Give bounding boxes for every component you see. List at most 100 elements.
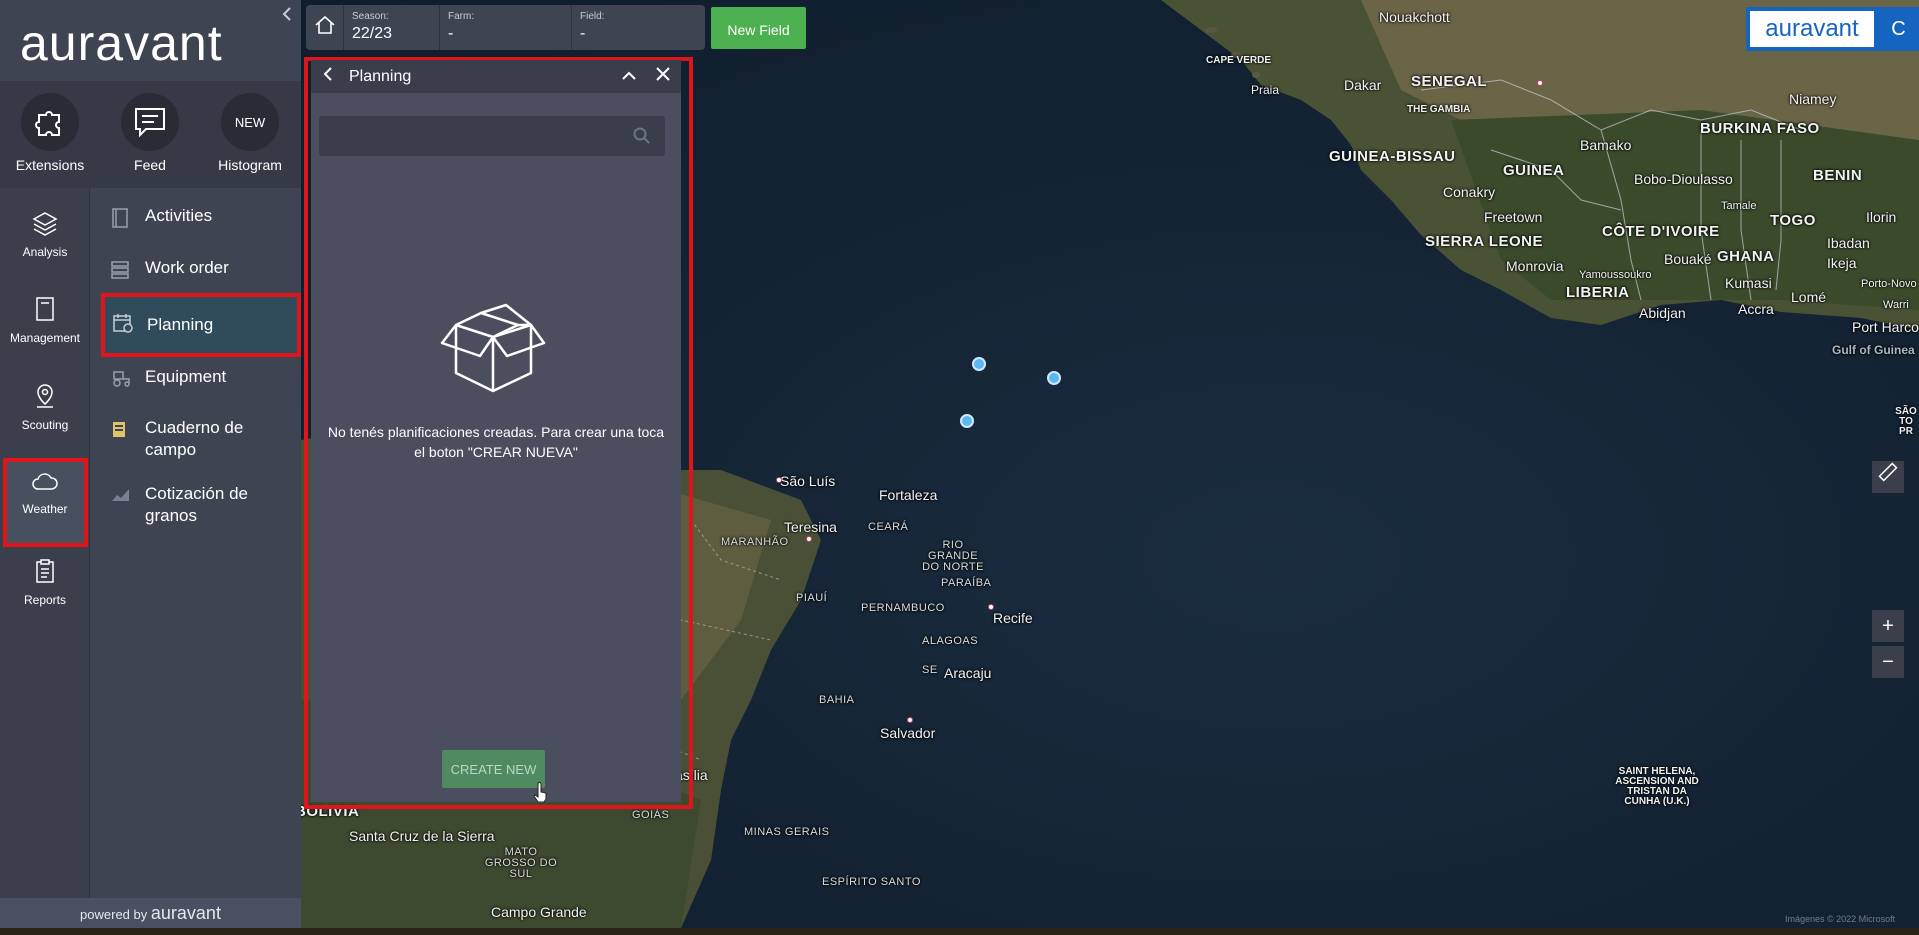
brand-badge-letter: C	[1891, 18, 1906, 40]
create-new-button[interactable]: CREATE NEW	[442, 750, 545, 788]
map-label: Fortaleza	[879, 487, 938, 503]
nav-management-label: Management	[9, 331, 81, 345]
map-label: GOIÁS	[632, 809, 670, 821]
calendar-icon	[113, 313, 133, 338]
map-label: PIAUÍ	[796, 592, 828, 604]
feed-button[interactable]: Feed	[100, 81, 200, 188]
nav-analysis-label: Analysis	[22, 245, 68, 259]
planning-search-input[interactable]	[319, 116, 665, 156]
submenu-work-order[interactable]: Work order	[91, 258, 301, 285]
histogram-label: Histogram	[218, 157, 282, 173]
submenu-equipment-label: Equipment	[145, 367, 227, 386]
bottom-strip	[0, 928, 1919, 935]
extensions-button[interactable]: Extensions	[0, 81, 100, 188]
zoom-out-button[interactable]: −	[1872, 646, 1904, 678]
collapse-sidebar-icon[interactable]	[281, 6, 293, 27]
map-label: SIERRA LEONE	[1425, 233, 1543, 250]
map-label: Porto-Novo	[1861, 278, 1917, 290]
chart-icon	[111, 485, 131, 508]
map-label: Dakar	[1344, 77, 1382, 93]
season-label: Season:	[352, 11, 389, 22]
cloud-icon	[0, 471, 90, 496]
submenu-equipment[interactable]: Equipment	[91, 367, 301, 392]
field-location-pin[interactable]	[1047, 371, 1061, 385]
map-label: Nouakchott	[1379, 9, 1450, 25]
ruler-tool-button[interactable]	[1872, 461, 1904, 493]
clipboard-icon	[0, 558, 90, 587]
map-label: Niamey	[1789, 91, 1837, 107]
map-label: Monrovia	[1506, 258, 1564, 274]
powered-by-footer: powered by auravant	[0, 898, 301, 928]
logo-area: auravant	[0, 0, 301, 81]
map-label: BURKINA FASO	[1700, 120, 1820, 137]
map-label: Teresina	[784, 519, 837, 535]
back-icon[interactable]	[323, 66, 333, 87]
chat-icon	[121, 93, 179, 151]
map-label: SE	[922, 664, 938, 676]
nav-scouting[interactable]: Scouting	[0, 383, 90, 432]
map-label: LIBERIA	[1566, 284, 1630, 301]
map-label: Conakry	[1443, 184, 1496, 200]
main-nav-rail: Analysis Management Scouting Weather Rep…	[0, 188, 90, 898]
powered-by-prefix: powered by	[80, 907, 148, 922]
histogram-button[interactable]: NEW Histogram	[200, 81, 300, 188]
nav-reports[interactable]: Reports	[0, 558, 90, 607]
auravant-logo: auravant	[20, 15, 223, 71]
submenu-planning[interactable]: Planning	[101, 293, 301, 357]
map-label: Ilorin	[1866, 209, 1897, 225]
map-label: MATO GROSSO DO SUL	[484, 846, 558, 880]
quick-actions: Extensions Feed NEW Histogram	[0, 81, 301, 188]
tractor-icon	[111, 369, 131, 392]
new-field-button[interactable]: New Field	[711, 7, 806, 49]
empty-box-icon	[436, 303, 551, 403]
season-selector[interactable]: Season: 22/23	[344, 5, 440, 50]
map-label: Santa Cruz de la Sierra	[349, 828, 495, 844]
zoom-in-button[interactable]: +	[1872, 610, 1904, 642]
nav-weather-label: Weather	[22, 502, 68, 516]
panel-header: Planning	[311, 60, 681, 93]
map-label: SAINT HELENA, ASCENSION AND TRISTAN DA C…	[1615, 766, 1699, 807]
map-label: BENIN	[1813, 167, 1863, 184]
map-label: Praia	[1251, 83, 1280, 97]
nav-scouting-label: Scouting	[21, 418, 69, 432]
extensions-label: Extensions	[15, 157, 85, 173]
search-icon[interactable]	[633, 127, 651, 150]
chevron-up-icon[interactable]	[621, 68, 637, 86]
city-marker	[806, 536, 812, 542]
farm-selector[interactable]: Farm: -	[440, 5, 572, 50]
nav-reports-label: Reports	[23, 593, 67, 607]
map-label: MINAS GERAIS	[744, 826, 830, 838]
field-location-pin[interactable]	[972, 357, 986, 371]
search-field[interactable]	[319, 116, 619, 156]
close-icon[interactable]	[655, 66, 671, 87]
submenu-cuaderno-de-campo-label: Cuaderno de campo	[145, 418, 244, 459]
brand-badge-wordmark: auravant	[1750, 11, 1874, 47]
map-label: PARAÍBA	[941, 577, 992, 589]
map-label: BAHIA	[819, 694, 855, 706]
submenu-cuaderno-de-campo[interactable]: Cuaderno de campo	[91, 417, 281, 461]
field-selector[interactable]: Field: -	[572, 5, 705, 50]
nav-management[interactable]: Management	[0, 296, 90, 345]
city-marker	[988, 604, 994, 610]
farm-label: Farm:	[448, 11, 475, 22]
nav-analysis[interactable]: Analysis	[0, 210, 90, 259]
map-label: Accra	[1738, 301, 1774, 317]
sidebar: auravant Extensions Feed NEW Histogram A…	[0, 0, 301, 928]
map-label: Ibadan	[1827, 235, 1870, 251]
home-button[interactable]	[306, 5, 344, 50]
nav-weather[interactable]: Weather	[0, 471, 90, 516]
map-label: São Luís	[780, 473, 836, 489]
field-location-pin[interactable]	[960, 414, 974, 428]
map-label: PERNAMBUCO	[861, 602, 945, 614]
map-label: Recife	[993, 610, 1033, 626]
map-label: Salvador	[880, 725, 936, 741]
submenu-cotizacion-de-granos[interactable]: Cotización de granos	[91, 483, 281, 527]
map-label: GUINEA	[1503, 162, 1565, 179]
map-label: Bouaké	[1664, 251, 1712, 267]
city-marker	[776, 477, 782, 483]
map-label: MARANHÃO	[721, 536, 789, 548]
submenu-activities[interactable]: Activities	[91, 206, 301, 233]
map-label: Warri	[1883, 299, 1909, 311]
map-label: GHANA	[1717, 248, 1775, 265]
map-label: SENEGAL	[1411, 73, 1488, 90]
